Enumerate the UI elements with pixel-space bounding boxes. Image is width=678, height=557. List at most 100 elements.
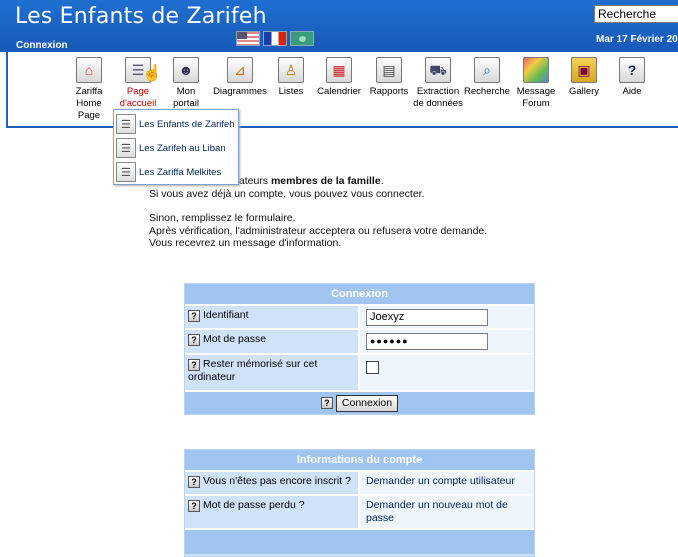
account-panel-title: Informations du compte — [185, 450, 534, 470]
login-panel: Connexion ? Identifiant Joexyz ? Mot de pa… — [184, 283, 535, 415]
cart-icon: ⛟ — [425, 57, 451, 83]
site-title[interactable]: Les Enfants de Zarifeh — [15, 4, 267, 29]
connexion-button[interactable]: Connexion — [335, 394, 399, 412]
us-flag-icon[interactable] — [236, 31, 260, 46]
intro-line2: Si vous avez déjà un compte, vous pouvez… — [149, 187, 425, 200]
remember-row: ? Rester mémorisé sur cet ordinateur — [185, 353, 534, 390]
toolbar-mon-portail-label: Mon portail — [173, 86, 199, 109]
toolbar-diagrammes-label: Diagrammes — [213, 86, 267, 97]
list-icon: ☰ — [116, 138, 136, 158]
remember-checkbox[interactable] — [366, 361, 379, 374]
help-icon[interactable]: ? — [188, 500, 200, 512]
identifiant-row: ? Identifiant Joexyz — [185, 304, 534, 328]
intro-line4: Après vérification, l'administrateur acc… — [149, 224, 488, 237]
toolbar-gallery-label: Gallery — [568, 86, 600, 97]
help-icon[interactable]: ? — [188, 334, 200, 346]
date-label: Mar 17 Février 2009 — [596, 34, 678, 45]
lost-password-value-cell: Demander un nouveau mot de passe — [360, 496, 534, 528]
listes-icon: ♙ — [278, 57, 304, 83]
user-icon: ☻ — [173, 57, 199, 83]
toolbar-diagrammes[interactable]: ⊿ Diagrammes — [210, 57, 270, 98]
toolbar-mon-portail[interactable]: ☻ Mon portail — [168, 57, 204, 110]
lost-password-row: ? Mot de passe perdu ? Demander un nouvea… — [185, 494, 534, 528]
dropdown-item-liban[interactable]: ☰ Les Zarifeh au Liban — [116, 136, 236, 160]
calendar-icon: ▦ — [326, 57, 352, 83]
request-password-link[interactable]: Demander un nouveau mot de passe — [366, 499, 508, 524]
login-submit-row: ? Connexion — [185, 390, 534, 414]
toolbar-rapports[interactable]: ▤ Rapports — [366, 57, 412, 98]
password-row: ? Mot de passe ●●●●●● — [185, 328, 534, 353]
identifiant-value-cell: Joexyz — [360, 306, 534, 328]
home-icon: ⌂ — [76, 57, 102, 83]
dropdown-item-label: Les Enfants de Zarifeh — [139, 118, 235, 130]
intro-text: st réservé aux utilisateurs membres de l… — [149, 175, 487, 262]
diagram-icon: ⊿ — [227, 57, 253, 83]
login-panel-title: Connexion — [185, 284, 534, 304]
toolbar-recherche-label: Recherche — [464, 86, 510, 97]
help-icon[interactable]: ? — [188, 476, 200, 488]
connection-label: Connexion — [16, 40, 68, 51]
search-input[interactable]: Recherche — [594, 5, 678, 23]
toolbar-extraction-label: Extraction de données — [413, 86, 463, 109]
not-registered-label: Vous n'êtes pas encore inscrit ? — [203, 475, 351, 487]
toolbar-listes-label: Listes — [278, 86, 304, 97]
not-registered-row: ? Vous n'êtes pas encore inscrit ? Demand… — [185, 470, 534, 494]
account-footer-row — [185, 528, 534, 554]
remember-value-cell — [360, 355, 534, 390]
toolbar-rapports-label: Rapports — [369, 86, 409, 97]
toolbar-calendrier[interactable]: ▦ Calendrier — [314, 57, 364, 98]
dropdown-item-label: Les Zariffa Melkites — [139, 166, 222, 178]
help-icon[interactable]: ? — [188, 359, 200, 371]
identifiant-label: Identifiant — [203, 309, 249, 321]
help-icon: ? — [619, 57, 645, 83]
intro-line1-suffix: . — [380, 175, 384, 187]
toolbar-calendrier-label: Calendrier — [317, 86, 361, 97]
toolbar-aide[interactable]: ? Aide — [614, 57, 650, 98]
header-bar: Les Enfants de Zarifeh Recherche Connexi… — [0, 0, 678, 52]
account-panel: Informations du compte ? Vous n'êtes pas … — [184, 449, 535, 557]
intro-line1-bold: membres de la famille — [270, 175, 381, 187]
remember-label: Rester mémorisé sur cet ordinateur — [188, 358, 318, 383]
toolbar-gallery[interactable]: ▣ Gallery — [562, 57, 606, 98]
magnifier-icon: ⌕ — [474, 57, 500, 83]
list-icon: ☰ — [116, 162, 136, 182]
lost-password-label: Mot de passe perdu ? — [203, 499, 305, 511]
dropdown-item-label: Les Zarifeh au Liban — [139, 142, 226, 154]
toolbar-home-label: Zariffa Home Page — [75, 86, 103, 121]
toolbar-aide-label: Aide — [622, 86, 642, 97]
reports-icon: ▤ — [376, 57, 402, 83]
sa-flag-icon[interactable] — [290, 31, 314, 46]
language-flags — [236, 31, 314, 47]
help-icon[interactable]: ? — [188, 310, 200, 322]
toolbar-home[interactable]: ⌂ Zariffa Home Page — [69, 57, 109, 122]
not-registered-label-cell: ? Vous n'êtes pas encore inscrit ? — [185, 472, 360, 494]
identifiant-input[interactable]: Joexyz — [366, 309, 488, 326]
fr-flag-icon[interactable] — [263, 31, 287, 46]
toolbar-forum-label: Message Forum — [516, 86, 556, 109]
forum-icon — [523, 57, 549, 83]
lost-password-label-cell: ? Mot de passe perdu ? — [185, 496, 360, 528]
identifiant-label-cell: ? Identifiant — [185, 306, 360, 328]
toolbar-recherche[interactable]: ⌕ Recherche — [462, 57, 512, 98]
help-icon[interactable]: ? — [320, 397, 333, 409]
toolbar-extraction[interactable]: ⛟ Extraction de données — [412, 57, 464, 110]
toolbar-forum[interactable]: Message Forum — [514, 57, 558, 110]
dropdown-item-enfants[interactable]: ☰ Les Enfants de Zarifeh — [116, 112, 236, 136]
intro-block-2: Sinon, remplissez le formulaire. Après v… — [149, 212, 487, 250]
password-label: Mot de passe — [203, 333, 267, 345]
list-icon: ☰ — [116, 114, 136, 134]
toolbar-listes[interactable]: ♙ Listes — [274, 57, 308, 98]
gallery-icon: ▣ — [571, 57, 597, 83]
not-registered-value-cell: Demander un compte utilisateur — [360, 472, 534, 494]
hand-cursor-icon: ☝ — [142, 65, 162, 82]
intro-line5: Vous recevrez un message d'information. — [149, 237, 342, 249]
dropdown-item-melkites[interactable]: ☰ Les Zariffa Melkites — [116, 160, 236, 184]
request-account-link[interactable]: Demander un compte utilisateur — [366, 475, 515, 487]
intro-line3: Sinon, remplissez le formulaire. — [149, 212, 296, 224]
remember-label-cell: ? Rester mémorisé sur cet ordinateur — [185, 355, 360, 390]
page-accueil-dropdown: ☰ Les Enfants de Zarifeh ☰ Les Zarifeh a… — [113, 109, 239, 185]
password-value-cell: ●●●●●● — [360, 330, 534, 353]
password-label-cell: ? Mot de passe — [185, 330, 360, 353]
password-input[interactable]: ●●●●●● — [366, 333, 488, 350]
toolbar-page-accueil-label: Page d'accueil — [119, 86, 157, 109]
